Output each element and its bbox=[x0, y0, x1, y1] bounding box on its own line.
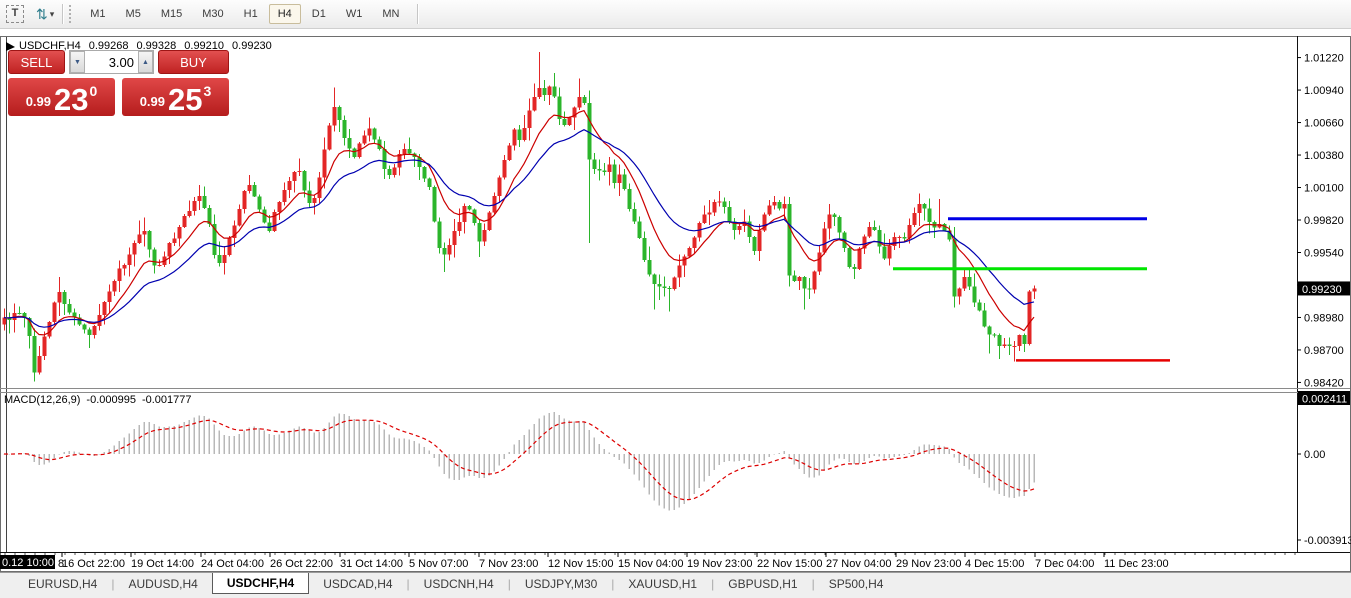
toolbar-separator bbox=[62, 4, 64, 24]
sell-price-base: 0.99 bbox=[26, 94, 51, 109]
price-tick-label: 1.00940 bbox=[1304, 85, 1344, 97]
time-tick-label: 12 Nov 15:00 bbox=[548, 558, 613, 570]
symbol-tabbar: EURUSD,H4|AUDUSD,H4USDCHF,H4USDCAD,H4|US… bbox=[0, 572, 1351, 594]
sell-price-point: 0 bbox=[90, 83, 98, 99]
timeframe-buttons: M1M5M15M30H1H4D1W1MN bbox=[80, 4, 409, 24]
macd-name: MACD(12,26,9) bbox=[4, 394, 80, 406]
macd-signal-value: -0.001777 bbox=[142, 394, 192, 406]
price-tick-label: 0.99820 bbox=[1304, 215, 1344, 227]
time-tick-label: 26 Oct 22:00 bbox=[270, 558, 333, 570]
price-tick-label: 0.98700 bbox=[1304, 345, 1344, 357]
buy-price-base: 0.99 bbox=[140, 94, 165, 109]
svg-text:0.12 10:00: 0.12 10:00 bbox=[2, 557, 54, 569]
buy-button[interactable]: BUY bbox=[158, 50, 229, 74]
toolbar-separator bbox=[417, 4, 419, 24]
volume-stepper: ▼ ▲ bbox=[69, 50, 154, 74]
buy-price-point: 3 bbox=[204, 83, 212, 99]
time-tick-label: 7 Nov 23:00 bbox=[479, 558, 538, 570]
tab-usdcnh-h4[interactable]: USDCNH,H4 bbox=[410, 573, 508, 594]
statusbar-strip bbox=[0, 594, 1351, 598]
tab-xauusd-h1[interactable]: XAUUSD,H1 bbox=[614, 573, 711, 594]
time-tick-label: 31 Oct 14:00 bbox=[340, 558, 403, 570]
sell-button[interactable]: SELL bbox=[8, 50, 65, 74]
tf-button-h1[interactable]: H1 bbox=[235, 4, 267, 24]
chevron-down-icon[interactable]: ▾ bbox=[50, 9, 55, 20]
time-tick-label: 29 Nov 23:00 bbox=[896, 558, 961, 570]
price-tick-label: 1.00660 bbox=[1304, 118, 1344, 130]
tab-usdjpy-m30[interactable]: USDJPY,M30 bbox=[511, 573, 611, 594]
toolbar-grip[interactable] bbox=[69, 5, 74, 23]
time-tick-label: 5 Nov 07:00 bbox=[409, 558, 468, 570]
tf-button-m1[interactable]: M1 bbox=[81, 4, 114, 24]
svg-text:0.99230: 0.99230 bbox=[1302, 284, 1342, 296]
time-tick-label: 24 Oct 04:00 bbox=[201, 558, 264, 570]
sell-price-display[interactable]: 0.99 23 0 bbox=[8, 78, 115, 116]
time-tick-label: 11 Dec 23:00 bbox=[1104, 558, 1169, 570]
price-tick-label: 1.00100 bbox=[1304, 183, 1344, 195]
sell-price-pips: 23 bbox=[54, 85, 88, 114]
price-tick-label: 1.01220 bbox=[1304, 53, 1344, 65]
price-tick-label: 0.98980 bbox=[1304, 312, 1344, 324]
tab-usdcad-h4[interactable]: USDCAD,H4 bbox=[309, 573, 406, 594]
macd-indicator-label: MACD(12,26,9) -0.000995 -0.001777 bbox=[4, 394, 192, 406]
buy-price-display[interactable]: 0.99 25 3 bbox=[122, 78, 229, 116]
tf-button-w1[interactable]: W1 bbox=[337, 4, 372, 24]
tf-button-m5[interactable]: M5 bbox=[117, 4, 150, 24]
partial-time-label: 8 bbox=[58, 558, 64, 570]
terminal-window: { "toolbar": { "timeframes": ["M1","M5",… bbox=[0, 0, 1351, 598]
tab-audusd-h4[interactable]: AUDUSD,H4 bbox=[114, 573, 211, 594]
price-tick-label: 0.98420 bbox=[1304, 377, 1344, 389]
text-tool-icon[interactable]: T bbox=[6, 5, 24, 23]
close-value: 0.99230 bbox=[232, 40, 272, 52]
macd-tick-label: -0.003913 bbox=[1304, 535, 1351, 547]
time-tick-label: 19 Nov 23:00 bbox=[687, 558, 752, 570]
tf-button-m15[interactable]: M15 bbox=[152, 4, 191, 24]
tab-gbpusd-h1[interactable]: GBPUSD,H1 bbox=[714, 573, 811, 594]
tf-button-d1[interactable]: D1 bbox=[303, 4, 335, 24]
price-tick-label: 1.00380 bbox=[1304, 150, 1344, 162]
tab-usdchf-h4[interactable]: USDCHF,H4 bbox=[212, 573, 309, 594]
volume-input[interactable] bbox=[85, 51, 138, 73]
volume-decrease-button[interactable]: ▼ bbox=[70, 51, 85, 73]
time-tick-label: 19 Oct 14:00 bbox=[131, 558, 194, 570]
time-tick-label: 15 Nov 04:00 bbox=[618, 558, 683, 570]
tab-sp500-h4[interactable]: SP500,H4 bbox=[815, 573, 898, 594]
timeframe-toolbar: T ⇅ ▾ M1M5M15M30H1H4D1W1MN bbox=[0, 0, 1351, 29]
time-tick-label: 27 Nov 04:00 bbox=[826, 558, 891, 570]
tf-button-mn[interactable]: MN bbox=[373, 4, 408, 24]
time-tick-label: 4 Dec 15:00 bbox=[965, 558, 1024, 570]
svg-text:0.002411: 0.002411 bbox=[1302, 394, 1347, 406]
price-tick-label: 0.99540 bbox=[1304, 247, 1344, 259]
volume-increase-button[interactable]: ▲ bbox=[138, 51, 153, 73]
time-tick-label: 16 Oct 22:00 bbox=[62, 558, 125, 570]
macd-main-value: -0.000995 bbox=[86, 394, 136, 406]
time-tick-label: 7 Dec 04:00 bbox=[1035, 558, 1094, 570]
one-click-trading-panel: SELL ▼ ▲ BUY 0.99 23 0 0.99 25 3 bbox=[8, 50, 229, 116]
buy-price-pips: 25 bbox=[168, 85, 202, 114]
macd-tick-label: 0.00 bbox=[1304, 449, 1325, 461]
tab-eurusd-h4[interactable]: EURUSD,H4 bbox=[14, 573, 111, 594]
tf-button-h4[interactable]: H4 bbox=[269, 4, 301, 24]
time-tick-label: 22 Nov 15:00 bbox=[757, 558, 822, 570]
arrows-tool-icon[interactable]: ⇅ bbox=[36, 6, 48, 23]
tf-button-m30[interactable]: M30 bbox=[193, 4, 232, 24]
